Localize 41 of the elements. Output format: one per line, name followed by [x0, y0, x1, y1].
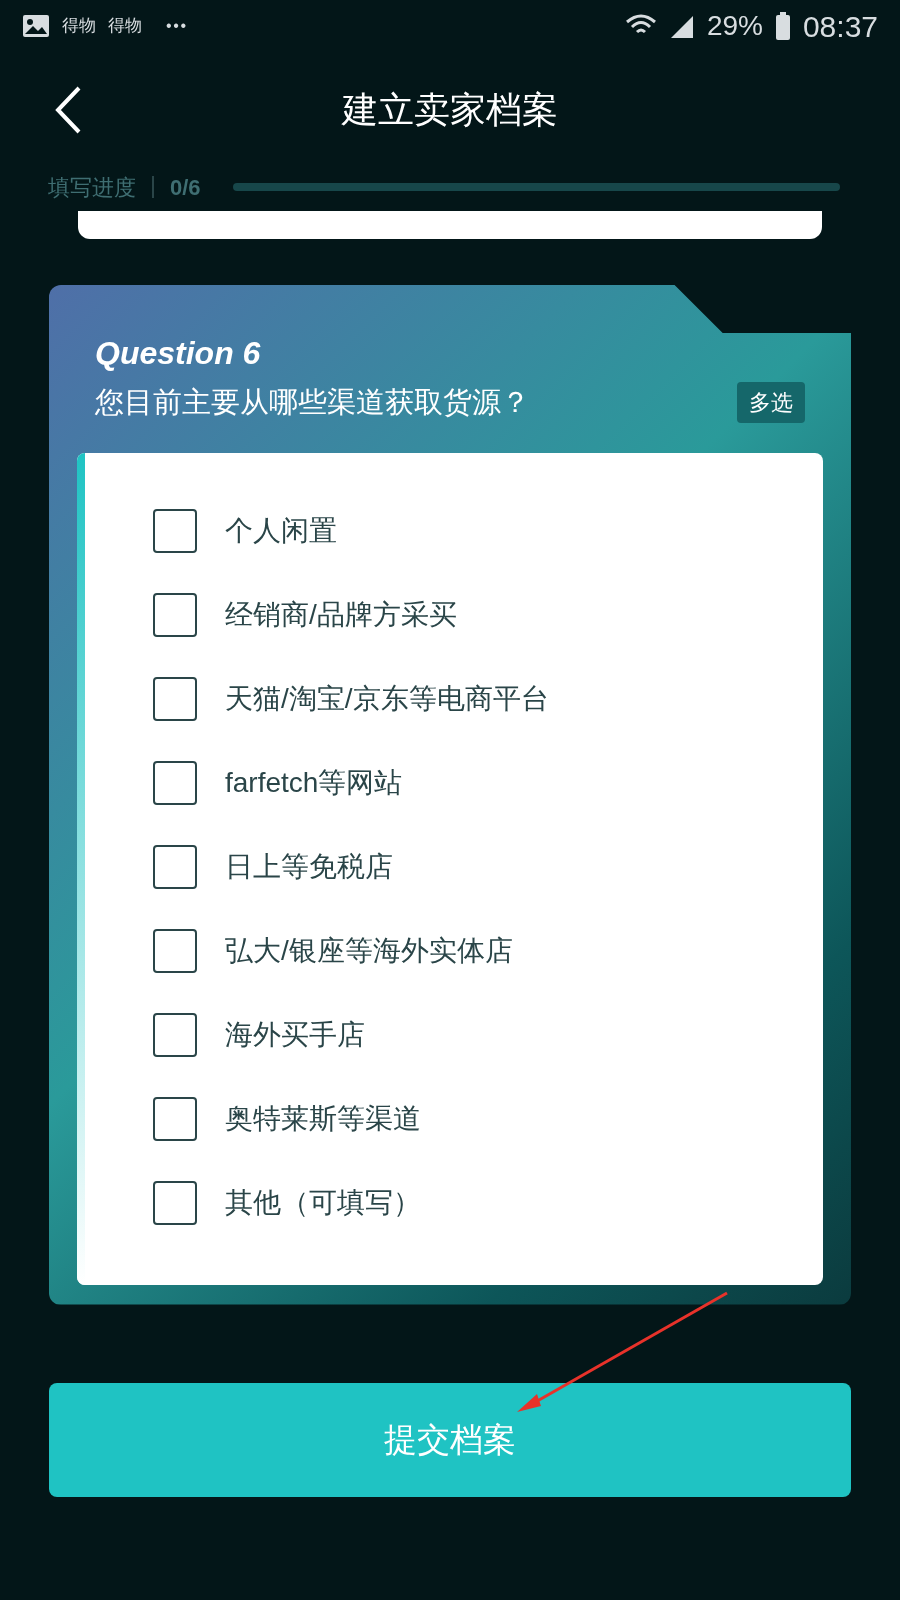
more-indicator: •••: [166, 16, 188, 36]
battery-icon: [774, 12, 791, 40]
option-row[interactable]: 海外买手店: [153, 1012, 365, 1057]
back-icon: [54, 86, 82, 134]
progress-label: 填写进度: [48, 173, 136, 202]
option-row[interactable]: 奥特莱斯等渠道: [153, 1096, 421, 1141]
option-label: 经销商/品牌方采买: [225, 597, 457, 632]
option-row[interactable]: 个人闲置: [153, 508, 337, 553]
option-label: 其他（可填写）: [225, 1185, 421, 1220]
option-row[interactable]: farfetch等网站: [153, 760, 403, 805]
option-label: 奥特莱斯等渠道: [225, 1101, 421, 1136]
option-label: 日上等免税店: [225, 849, 393, 884]
option-label: 海外买手店: [225, 1017, 365, 1052]
option-label: farfetch等网站: [225, 765, 403, 800]
option-row[interactable]: 经销商/品牌方采买: [153, 592, 457, 637]
image-icon: [22, 14, 50, 38]
clock: 08:37: [802, 8, 878, 45]
battery-percent: 29%: [706, 9, 763, 43]
checkbox[interactable]: [153, 760, 197, 805]
checkbox[interactable]: [153, 1096, 197, 1141]
checkbox[interactable]: [153, 1012, 197, 1057]
checkbox[interactable]: [153, 1180, 197, 1225]
option-label: 个人闲置: [225, 513, 337, 548]
checkbox[interactable]: [153, 592, 197, 637]
question-number: Question 6: [95, 334, 262, 373]
option-row[interactable]: 弘大/银座等海外实体店: [153, 928, 513, 973]
notification-label: 得物: [108, 15, 142, 38]
option-row[interactable]: 日上等免税店: [153, 844, 393, 889]
progress-count: 0/6: [170, 173, 201, 202]
option-row[interactable]: 其他（可填写）: [153, 1180, 421, 1225]
option-label: 天猫/淘宝/京东等电商平台: [225, 681, 549, 716]
checkbox[interactable]: [153, 676, 197, 721]
question-text: 您目前主要从哪些渠道获取货源？: [95, 385, 530, 420]
notification-label: 得物: [62, 15, 96, 38]
checkbox[interactable]: [153, 844, 197, 889]
multi-select-tag: 多选: [737, 382, 805, 424]
checkbox[interactable]: [153, 928, 197, 973]
page-title: 建立卖家档案: [342, 87, 558, 132]
option-row[interactable]: 天猫/淘宝/京东等电商平台: [153, 676, 549, 721]
checkbox[interactable]: [153, 508, 197, 553]
option-label: 弘大/银座等海外实体店: [225, 933, 513, 968]
